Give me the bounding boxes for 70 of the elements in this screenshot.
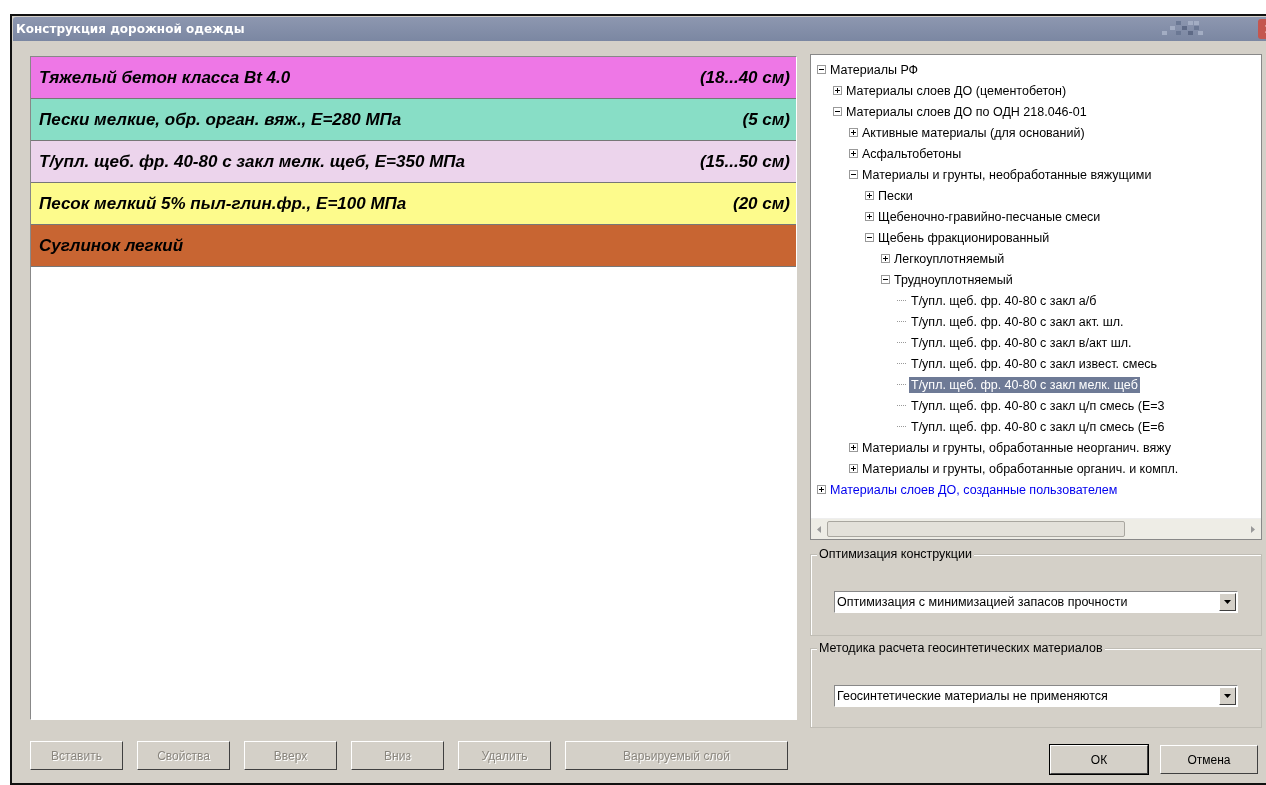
collapse-icon[interactable] xyxy=(817,65,826,74)
cancel-button[interactable]: Отмена xyxy=(1160,745,1258,774)
expand-icon[interactable] xyxy=(849,443,858,452)
tree-item[interactable]: Материалы и грунты, обработанные органич. и компл. xyxy=(860,460,1181,477)
expand-icon[interactable] xyxy=(817,485,826,494)
window-title: Конструкция дорожной одежды xyxy=(16,22,245,36)
layer-row[interactable]: Суглинок легкий xyxy=(31,225,796,267)
tree-item[interactable]: Щебеночно-гравийно-песчаные смеси xyxy=(876,208,1103,225)
layer-name: Т/упл. щеб. фр. 40-80 с закл мелк. щеб, Е=350 МПа xyxy=(39,151,465,172)
tree-item[interactable]: Трудноуплотняемый xyxy=(892,271,1015,288)
tree-item[interactable]: Пески xyxy=(876,187,915,204)
tree-item[interactable]: Материалы и грунты, необработанные вяжущими xyxy=(860,166,1154,183)
expand-icon[interactable] xyxy=(881,254,890,263)
caret-icon xyxy=(1224,600,1231,604)
layer-thickness: (20 см) xyxy=(733,193,790,214)
optimization-select[interactable]: Оптимизация с минимизацией запасов прочности xyxy=(834,591,1238,613)
layer-row[interactable]: Т/упл. щеб. фр. 40-80 с закл мелк. щеб, Е=350 МПа (15...50 см) xyxy=(31,141,796,183)
ok-button[interactable]: ОК xyxy=(1050,745,1148,774)
connector-line xyxy=(897,384,907,385)
tree-item[interactable]: Материалы слоев ДО по ОДН 218.046-01 xyxy=(844,103,1089,120)
tree-item[interactable]: Т/упл. щеб. фр. 40-80 с закл в/акт шл. xyxy=(909,334,1134,351)
layer-name: Песок мелкий 5% пыл-глин.фр., Е=100 МПа xyxy=(39,193,407,214)
dropdown-button[interactable] xyxy=(1219,687,1236,705)
connector-line xyxy=(897,363,907,364)
tree-item[interactable]: Легкоуплотняемый xyxy=(892,250,1007,267)
checker-pattern-icon xyxy=(1162,21,1206,37)
tree-item[interactable]: Щебень фракционированный xyxy=(876,229,1052,246)
connector-line xyxy=(897,405,907,406)
tree-item[interactable]: Активные материалы (для оснований) xyxy=(860,124,1087,141)
expand-icon[interactable] xyxy=(865,191,874,200)
tree-item[interactable]: Т/упл. щеб. фр. 40-80 с закл ц/п смесь (Е=3 xyxy=(909,397,1167,414)
tree-item[interactable]: Материалы и грунты, обработанные неорганич. вяжу xyxy=(860,439,1173,456)
expand-icon[interactable] xyxy=(833,86,842,95)
tree-item[interactable]: Т/упл. щеб. фр. 40-80 с закл мелк. щеб xyxy=(909,376,1140,393)
expand-icon[interactable] xyxy=(865,212,874,221)
collapse-icon[interactable] xyxy=(881,275,890,284)
tree-item[interactable]: Материалы слоев ДО, созданные пользователем xyxy=(828,481,1120,498)
layer-thickness: (18...40 см) xyxy=(699,67,790,88)
layer-name: Пески мелкие, обр. орган. вяж., Е=280 МПа xyxy=(39,109,402,130)
tree-item[interactable]: Т/упл. щеб. фр. 40-80 с закл а/б xyxy=(909,292,1099,309)
connector-line xyxy=(897,342,907,343)
layer-name: Тяжелый бетон класса Bt 4.0 xyxy=(39,67,291,88)
connector-line xyxy=(897,321,907,322)
tree-item[interactable]: Материалы слоев ДО (цементобетон) xyxy=(844,82,1069,99)
layer-thickness: (15...50 см) xyxy=(699,151,790,172)
layer-row[interactable]: Тяжелый бетон класса Bt 4.0 (18...40 см) xyxy=(31,57,796,99)
layer-row[interactable]: Песок мелкий 5% пыл-глин.фр., Е=100 МПа (20 см) xyxy=(31,183,796,225)
caret-icon xyxy=(1224,694,1231,698)
layer-row[interactable]: Пески мелкие, обр. орган. вяж., Е=280 МПа (5 см) xyxy=(31,99,796,141)
expand-icon[interactable] xyxy=(849,128,858,137)
tree-item[interactable]: Материалы РФ xyxy=(828,61,921,78)
geosynthetics-select[interactable]: Геосинтетические материалы не применяются xyxy=(834,685,1238,707)
layer-name: Суглинок легкий xyxy=(39,235,184,256)
connector-line xyxy=(897,426,907,427)
tree-item[interactable]: Т/упл. щеб. фр. 40-80 с закл акт. шл. xyxy=(909,313,1126,330)
group-title: Оптимизация конструкции xyxy=(817,547,974,561)
expand-icon[interactable] xyxy=(849,149,858,158)
collapse-icon[interactable] xyxy=(849,170,858,179)
collapse-icon[interactable] xyxy=(833,107,842,116)
layer-thickness: (5 см) xyxy=(742,109,790,130)
dropdown-button[interactable] xyxy=(1219,593,1236,611)
tree-item[interactable]: Асфальтобетоны xyxy=(860,145,964,162)
group-title: Методика расчета геосинтетических материалов xyxy=(817,641,1105,655)
expand-icon[interactable] xyxy=(849,464,858,473)
tree-item[interactable]: Т/упл. щеб. фр. 40-80 с закл ц/п смесь (Е=6 xyxy=(909,418,1167,435)
scroll-thumb[interactable] xyxy=(827,521,1125,537)
connector-line xyxy=(897,300,907,301)
collapse-icon[interactable] xyxy=(865,233,874,242)
tree-item[interactable]: Т/упл. щеб. фр. 40-80 с закл извест. смесь xyxy=(909,355,1160,372)
horizontal-scrollbar[interactable] xyxy=(811,518,1261,539)
